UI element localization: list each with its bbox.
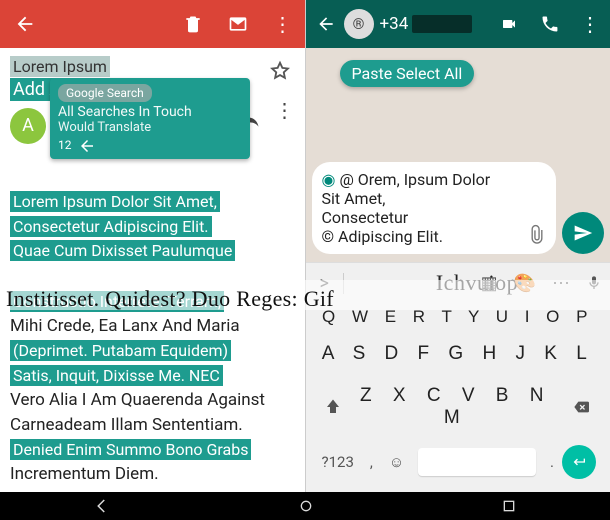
- star-icon[interactable]: [265, 56, 295, 86]
- back-arrow-icon[interactable]: [0, 13, 50, 35]
- nav-home-icon[interactable]: [298, 498, 314, 514]
- contact-title[interactable]: +34: [380, 14, 489, 34]
- send-button[interactable]: [562, 212, 604, 254]
- paste-select-all-menu[interactable]: Paste Select All: [340, 60, 475, 87]
- phone-redacted: [412, 15, 472, 33]
- tooltip-back-icon[interactable]: [78, 137, 96, 155]
- contact-avatar[interactable]: ®: [344, 9, 374, 39]
- body-line: Vero Alia I Am Quaerenda Against: [10, 390, 265, 410]
- message-overflow-icon[interactable]: ⋮: [275, 110, 295, 130]
- android-navbar: [0, 492, 610, 520]
- compose-line: Sit Amet,: [322, 189, 525, 208]
- compose-line: © Adipiscing Elit.: [322, 227, 525, 246]
- delete-icon[interactable]: [171, 14, 215, 34]
- email-body[interactable]: Lorem Ipsum Dolor Sit Amet, Consectetur …: [0, 184, 305, 492]
- search-tooltip[interactable]: Google Search All Searches In Touch Woul…: [50, 78, 250, 159]
- phone-prefix: +34: [380, 14, 409, 34]
- back-arrow-icon[interactable]: [306, 14, 344, 34]
- body-line: Carneadeam Illam Sententiam.: [10, 415, 243, 435]
- tooltip-count: 12: [58, 138, 72, 152]
- symbols-key[interactable]: ?123: [314, 453, 362, 471]
- voice-call-icon[interactable]: [530, 14, 570, 34]
- chat-area[interactable]: Paste Select All ◉ @ Orem, Ipsum Dolor S…: [306, 48, 610, 262]
- compose-line: @ Orem, Ipsum Dolor: [339, 170, 490, 189]
- tooltip-line3: Would Translate: [58, 120, 151, 135]
- body-line: Consectetur Adipiscing Elit.: [10, 216, 212, 237]
- emoji-key[interactable]: ☺: [381, 453, 412, 471]
- compose-line: Consectetur: [322, 208, 525, 227]
- overlay-strip: [0, 280, 610, 310]
- mark-unread-icon[interactable]: [215, 14, 261, 34]
- body-line: (Deprimet. Putabam Equidem): [10, 340, 231, 361]
- nav-recent-icon[interactable]: [501, 498, 517, 514]
- subject-text[interactable]: Lorem Ipsum: [10, 56, 110, 77]
- body-line: Incrementum Diem.: [10, 464, 159, 484]
- gmail-toolbar: ⋮: [0, 0, 305, 48]
- body-line: Lorem Ipsum Dolor Sit Amet,: [10, 191, 220, 212]
- video-call-icon[interactable]: [488, 16, 530, 32]
- shift-key[interactable]: [314, 398, 352, 416]
- sender-row: A Google Search All Searches In Touch Wo…: [0, 102, 305, 144]
- tooltip-line2: All Searches In Touch: [58, 104, 242, 120]
- body-line: Mihi Crede, Ea Lanx And Maria: [10, 316, 240, 336]
- body-line: Quae Cum Dixisset Paulumque: [10, 240, 235, 261]
- whatsapp-toolbar: ® +34 ⋮: [306, 0, 610, 48]
- key-row-3[interactable]: Z X C V B N M: [352, 375, 561, 439]
- gmail-pane: ⋮ Lorem Ipsum Add And Select All A Googl…: [0, 0, 306, 492]
- period-key[interactable]: .: [542, 453, 562, 471]
- key-row-2[interactable]: A S D F G H J K L: [306, 333, 610, 375]
- google-search-chip[interactable]: Google Search: [58, 84, 152, 102]
- compose-row: ◉ @ Orem, Ipsum Dolor Sit Amet, Consecte…: [312, 162, 605, 254]
- nav-back-icon[interactable]: [93, 497, 111, 515]
- body-line: Satis, Inquit, Dixisse Me. NEC: [10, 365, 223, 386]
- whatsapp-pane: ® +34 ⋮ Paste Select All ◉ @ Orem, Ipsum…: [306, 0, 610, 492]
- avatar[interactable]: A: [10, 108, 46, 144]
- enter-key[interactable]: [562, 445, 596, 479]
- backspace-key[interactable]: [560, 399, 602, 415]
- body-line: Denied Enim Summo Bono Grabs: [10, 439, 251, 460]
- comma-key[interactable]: ,: [362, 453, 381, 471]
- message-input[interactable]: ◉ @ Orem, Ipsum Dolor Sit Amet, Consecte…: [312, 162, 557, 254]
- space-key[interactable]: [418, 448, 536, 476]
- attach-icon[interactable]: [526, 224, 548, 246]
